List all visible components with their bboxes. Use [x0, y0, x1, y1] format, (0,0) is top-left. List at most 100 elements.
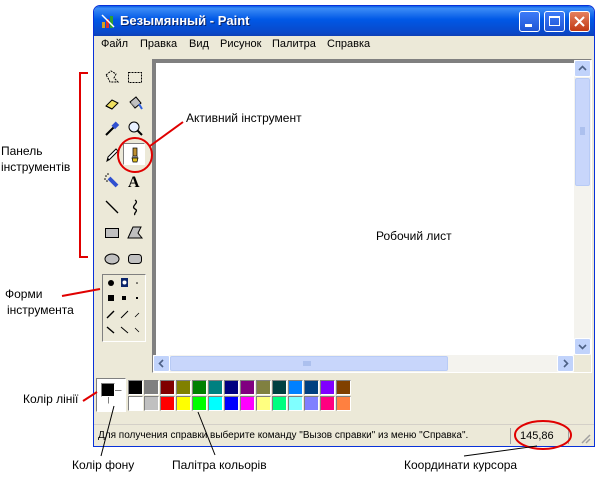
vertical-scrollbar[interactable] — [574, 60, 591, 355]
palette-swatch[interactable] — [320, 380, 335, 395]
grip-icon — [303, 361, 311, 366]
palette-swatch[interactable] — [320, 396, 335, 411]
annotation-toolbar-label-2: інструментів — [1, 160, 71, 174]
palette-swatch[interactable] — [224, 380, 239, 395]
airbrush-icon — [104, 173, 119, 188]
annotation-shapes-label-1: Форми — [5, 287, 43, 301]
status-bar: Для получения справки выберите команду "… — [94, 424, 594, 446]
maximize-button[interactable] — [544, 11, 565, 32]
palette-swatch[interactable] — [208, 380, 223, 395]
eraser-tool[interactable] — [101, 92, 123, 114]
palette-swatch[interactable] — [224, 396, 239, 411]
polygon-tool[interactable] — [124, 222, 146, 244]
rounded-rect-tool[interactable] — [124, 248, 146, 270]
palette-swatch[interactable] — [192, 396, 207, 411]
ellipse-tool[interactable] — [101, 248, 123, 270]
rect-select-icon — [128, 72, 142, 83]
foreground-color-swatch — [101, 383, 115, 397]
rectangle-tool[interactable] — [101, 222, 123, 244]
palette-swatch[interactable] — [288, 396, 303, 411]
tool-shape-options[interactable] — [102, 274, 146, 342]
horizontal-scrollbar[interactable] — [153, 355, 574, 372]
palette-swatch[interactable] — [336, 380, 351, 395]
palette-swatch[interactable] — [256, 380, 271, 395]
cursor-coords-pointer — [463, 445, 538, 457]
menu-view[interactable]: Вид — [189, 38, 209, 50]
menu-bar: Файл Правка Вид Рисунок Палитра Справка — [94, 36, 594, 54]
close-icon — [574, 16, 585, 27]
rectangle-icon — [105, 228, 119, 238]
tool-box: A — [96, 59, 150, 429]
annotation-line-color: Колір лінії — [23, 392, 79, 406]
status-cursor-coords: 145,86 — [520, 430, 554, 442]
chevron-left-icon — [158, 359, 164, 368]
pencil-icon — [106, 148, 119, 163]
palette-swatch[interactable] — [160, 380, 175, 395]
annotation-shapes-label-2: інструмента — [7, 303, 74, 317]
annotation-palette: Палітра кольорів — [172, 458, 267, 472]
annotation-cursor-coords: Координати курсора — [404, 458, 518, 472]
palette-swatch[interactable] — [256, 396, 271, 411]
magnifier-tool[interactable] — [124, 118, 146, 140]
palette-swatch[interactable] — [160, 396, 175, 411]
chevron-up-icon — [578, 65, 587, 71]
brush-tool[interactable] — [123, 143, 145, 165]
canvas-area — [152, 59, 592, 373]
menu-file[interactable]: Файл — [101, 38, 128, 50]
free-form-select-tool[interactable] — [101, 66, 123, 88]
text-icon: A — [128, 174, 140, 190]
line-tool[interactable] — [101, 196, 123, 218]
palette-swatch[interactable] — [176, 380, 191, 395]
line-icon — [105, 200, 119, 214]
title-bar[interactable]: Безымянный - Paint — [94, 6, 594, 36]
scroll-up-button[interactable] — [574, 60, 591, 77]
rect-select-tool[interactable] — [124, 66, 146, 88]
curve-tool[interactable] — [124, 196, 146, 218]
fill-bucket-tool[interactable] — [124, 92, 146, 114]
menu-help[interactable]: Справка — [327, 38, 370, 50]
palette-swatch[interactable] — [176, 396, 191, 411]
menu-image[interactable]: Рисунок — [220, 38, 262, 50]
status-divider — [510, 428, 511, 444]
palette-swatch[interactable] — [272, 396, 287, 411]
scroll-corner — [574, 355, 591, 372]
palette-swatch[interactable] — [128, 380, 143, 395]
palette-swatch[interactable] — [192, 380, 207, 395]
maximize-icon — [549, 16, 560, 26]
scroll-down-button[interactable] — [574, 338, 591, 355]
pencil-tool[interactable] — [101, 144, 123, 166]
palette-swatch[interactable] — [304, 380, 319, 395]
status-help-text: Для получения справки выберите команду "… — [98, 430, 469, 441]
resize-grip-icon[interactable] — [580, 433, 592, 445]
palette-swatch[interactable] — [288, 380, 303, 395]
airbrush-tool[interactable] — [101, 170, 123, 192]
text-tool[interactable]: A — [124, 170, 146, 192]
palette-swatch[interactable] — [272, 380, 287, 395]
palette-swatch[interactable] — [240, 396, 255, 411]
close-button[interactable] — [569, 11, 590, 32]
color-picker-tool[interactable] — [101, 118, 123, 140]
horizontal-scroll-thumb[interactable] — [170, 356, 448, 371]
magnifier-icon — [128, 121, 143, 136]
current-colors-box — [96, 378, 126, 412]
palette-swatch[interactable] — [336, 396, 351, 411]
menu-edit[interactable]: Правка — [140, 38, 177, 50]
palette-swatch[interactable] — [144, 380, 159, 395]
palette-swatch[interactable] — [128, 396, 143, 411]
paint-app-icon[interactable] — [100, 13, 116, 29]
drawing-canvas[interactable] — [156, 63, 574, 355]
chevron-right-icon — [563, 359, 569, 368]
scroll-left-button[interactable] — [153, 355, 170, 372]
brush-shapes-icon — [106, 278, 140, 334]
paint-window: Безымянный - Paint Файл Правка Вид Рисун… — [93, 5, 595, 447]
palette-swatch[interactable] — [304, 396, 319, 411]
toolbar-bracket — [79, 72, 88, 258]
scroll-right-button[interactable] — [557, 355, 574, 372]
palette-swatch[interactable] — [240, 380, 255, 395]
palette-swatch[interactable] — [208, 396, 223, 411]
menu-palette[interactable]: Палитра — [272, 38, 316, 50]
color-picker-icon — [105, 121, 120, 136]
vertical-scroll-thumb[interactable] — [575, 78, 590, 186]
palette-swatch[interactable] — [144, 396, 159, 411]
minimize-button[interactable] — [519, 11, 540, 32]
